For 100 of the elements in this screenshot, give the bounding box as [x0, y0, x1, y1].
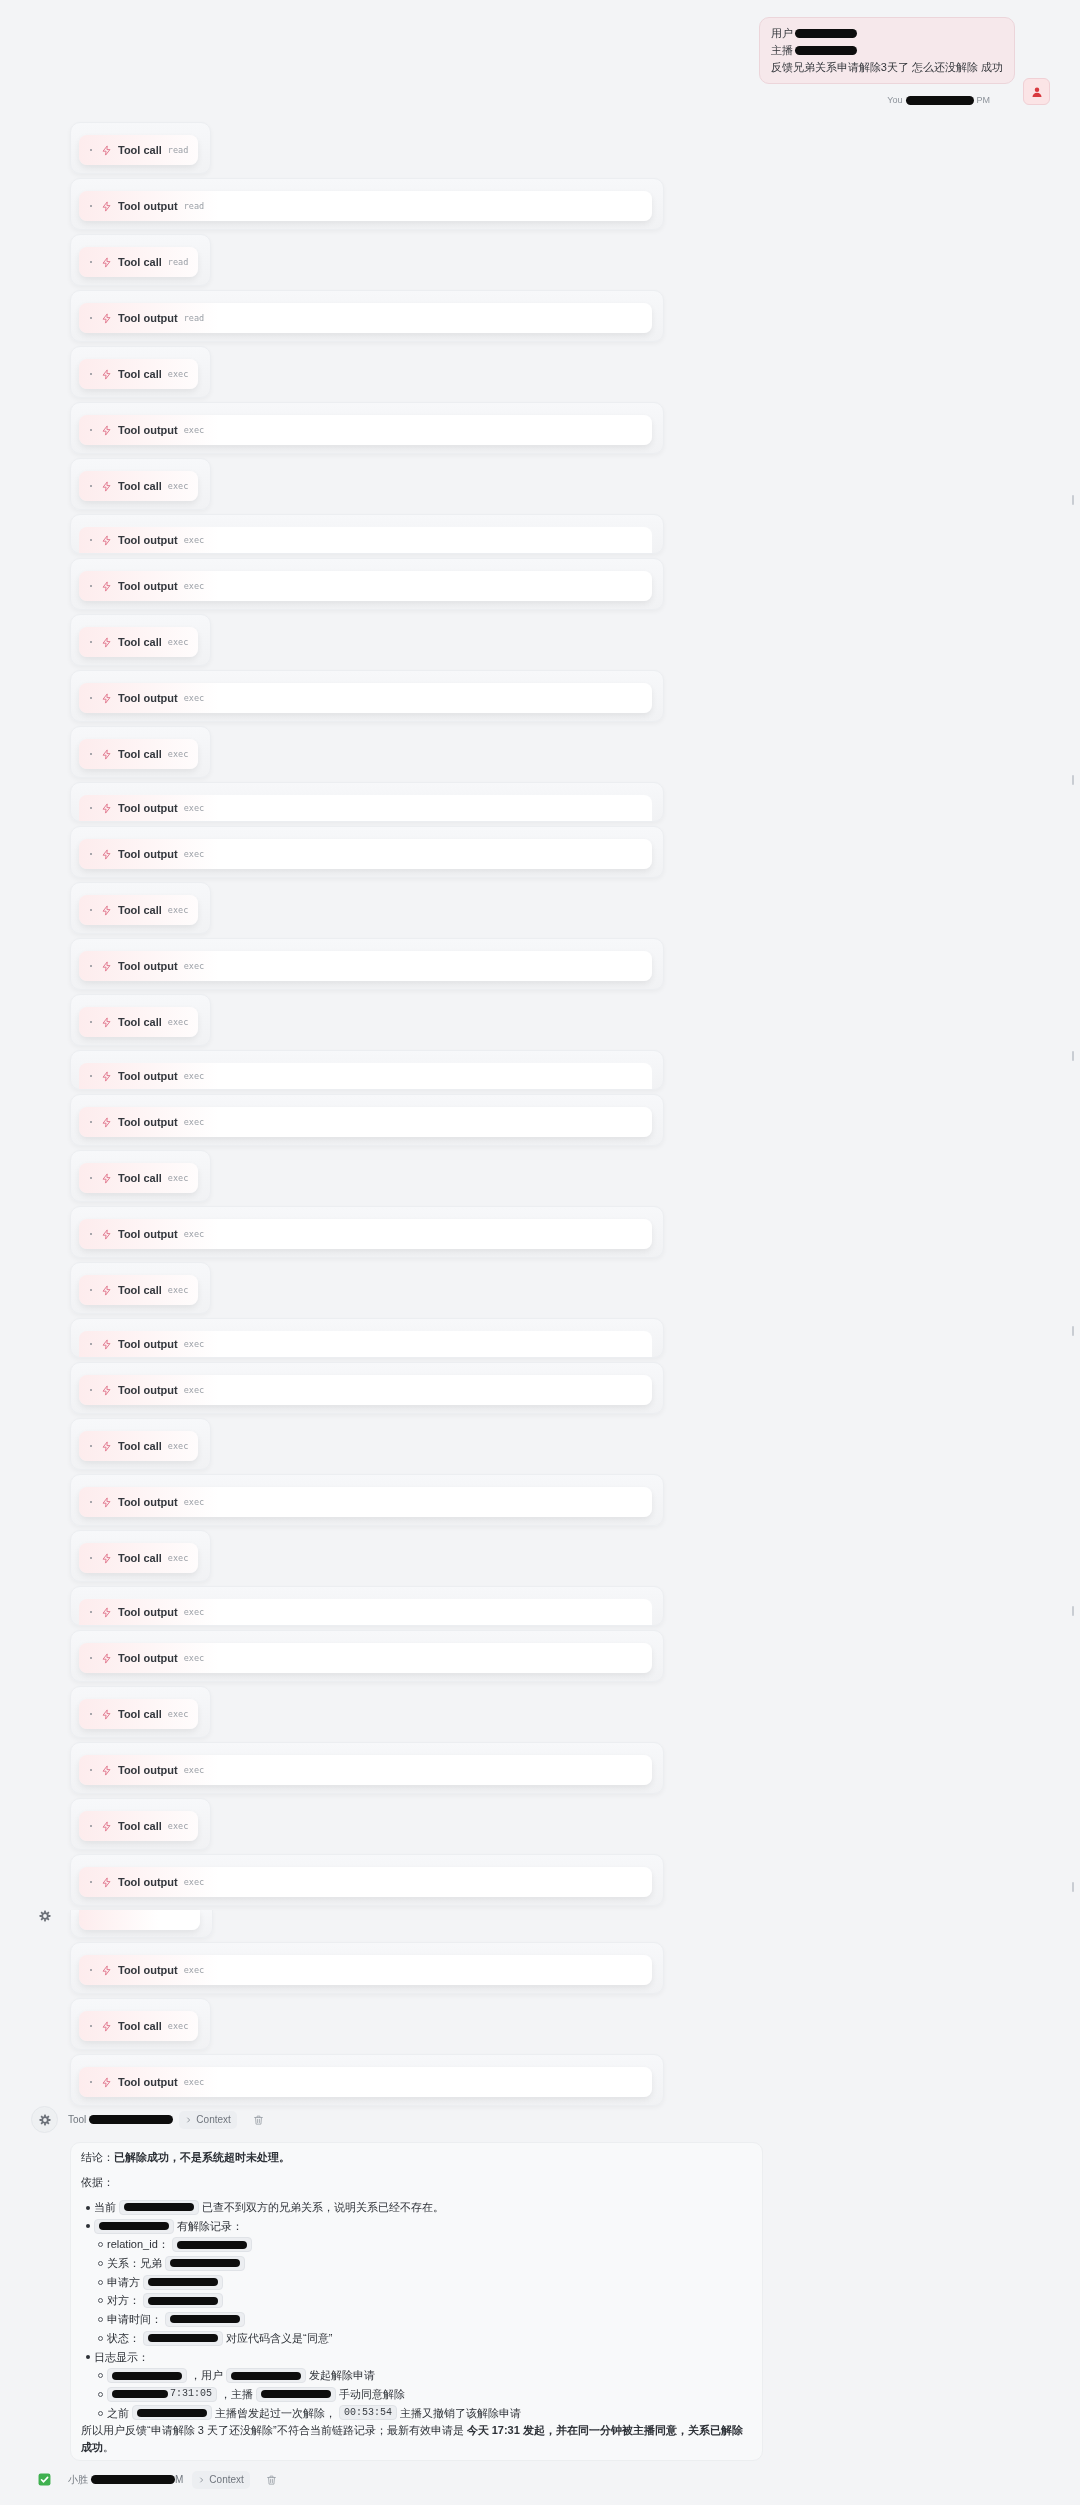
tool-call-button[interactable]: Tool call exec	[79, 1163, 199, 1193]
redaction-mark	[124, 2203, 194, 2212]
answer-text: relation_id：	[107, 2237, 169, 2253]
code-text: 7:31:05	[170, 2386, 212, 2401]
redaction-mark	[148, 2334, 218, 2343]
tool-call-button[interactable]: Tool call exec	[79, 1543, 199, 1573]
tool-output-button[interactable]: Tool output exec	[79, 1487, 652, 1517]
tool-output-button[interactable]: Tool output exec	[79, 1107, 652, 1137]
tool-output-button[interactable]: Tool output exec	[79, 1375, 652, 1405]
trash-icon[interactable]	[252, 2113, 264, 2126]
trash-icon[interactable]	[265, 2473, 277, 2486]
tool-call-button[interactable]: Tool call exec	[79, 895, 199, 925]
tool-call-button[interactable]: Tool call exec	[79, 627, 199, 657]
sender-name: 小胜	[68, 2472, 88, 2487]
person-icon	[1023, 78, 1050, 105]
context-button[interactable]: Context	[192, 2470, 250, 2489]
lightning-icon	[101, 424, 112, 436]
tool-output-button[interactable]: Tool output exec	[79, 571, 652, 601]
redaction-mark	[148, 2296, 218, 2305]
tool-output-button[interactable]: Tool output exec	[79, 1867, 652, 1897]
bullet-icon	[86, 2224, 90, 2229]
redaction-mark	[148, 2278, 218, 2287]
tool-output-button[interactable]: Tool output exec	[79, 1955, 652, 1985]
lightning-icon	[101, 1764, 112, 1776]
lightning-icon	[101, 480, 112, 492]
lightning-icon	[101, 1116, 112, 1128]
bullet-icon	[86, 2355, 90, 2359]
lightning-icon	[101, 1284, 112, 1296]
tool-output-button[interactable]: Tool output exec	[79, 1063, 652, 1089]
answer-text: 主播又撤销了该解除申请	[400, 2405, 521, 2421]
message-text: 反馈兄弟关系申请解除3天了 怎么还没解除 成功	[770, 60, 1003, 75]
tool-output-button[interactable]: Tool output exec	[79, 415, 652, 445]
scroll-marker	[1072, 775, 1074, 785]
sender-name: M	[175, 2474, 184, 2486]
tool-output-button[interactable]: Tool output exec	[79, 839, 652, 869]
answer-text: 发起解除申请	[309, 2368, 375, 2384]
redaction-mark	[137, 2408, 207, 2417]
gear-icon	[39, 1910, 51, 1922]
lightning-icon	[101, 1070, 112, 1082]
gear-icon	[31, 2106, 58, 2133]
tool-call-button[interactable]: Tool call exec	[79, 2011, 199, 2041]
lightning-icon	[101, 534, 112, 546]
bullet-icon	[86, 2205, 90, 2210]
lightning-icon	[101, 748, 112, 760]
lightning-icon	[101, 1964, 112, 1976]
answer-text: 当前	[94, 2200, 116, 2215]
lightning-icon	[101, 1338, 112, 1350]
tool-call-button[interactable]: Tool call exec	[79, 1007, 199, 1037]
lightning-icon	[101, 802, 112, 814]
lightning-icon	[101, 1384, 112, 1396]
answer-text: 对方：	[107, 2293, 140, 2309]
lightning-icon	[101, 1172, 112, 1184]
answer-text: 日志显示：	[94, 2349, 149, 2365]
tool-output-button[interactable]: Tool output exec	[79, 795, 652, 821]
lightning-icon	[101, 1820, 112, 1832]
lightning-icon	[101, 368, 112, 380]
inline-code: 00:53:54	[339, 2405, 397, 2421]
tool-call-bar[interactable]	[79, 1910, 200, 1930]
tool-call-button[interactable]: Tool call exec	[79, 1431, 199, 1461]
scroll-marker	[1072, 495, 1074, 505]
scroll-marker	[1072, 1882, 1074, 1892]
tool-output-button[interactable]: Tool output exec	[79, 1643, 652, 1673]
redaction-mark	[170, 2259, 240, 2268]
answer-text: 申请方	[107, 2274, 140, 2290]
answer-text: 有解除记录：	[177, 2218, 243, 2234]
summary-text: 所以用户反馈“申请解除 3 天了还没解除”不符合当前链路记录；最新有效申请是 今天 17:31 发起，并在同一分钟被主播同意，关系已解除成功。	[81, 2423, 744, 2455]
context-button[interactable]: Context	[179, 2110, 237, 2129]
tool-output-button[interactable]: Tool output exec	[79, 527, 652, 553]
sender-name: Tool	[68, 2114, 87, 2125]
tool-output-button[interactable]: Tool output read	[79, 303, 652, 333]
tool-call-button[interactable]: Tool call read	[79, 135, 199, 165]
answer-text: ，主播	[220, 2386, 253, 2402]
tool-output-button[interactable]: Tool output exec	[79, 951, 652, 981]
tool-output-button[interactable]: Tool output exec	[79, 2067, 652, 2097]
tool-call-button[interactable]: Tool call exec	[79, 1699, 199, 1729]
answer-text: 手动同意解除	[339, 2386, 405, 2402]
tool-output-button[interactable]: Tool output exec	[79, 683, 652, 713]
message-meta-text: You	[887, 94, 903, 107]
tool-output-button[interactable]: Tool output exec	[79, 1755, 652, 1785]
tool-call-button[interactable]: Tool call exec	[79, 359, 199, 389]
lightning-icon	[101, 1708, 112, 1720]
check-icon	[38, 2473, 51, 2487]
tool-call-button[interactable]: Tool call exec	[79, 1275, 199, 1305]
redaction-mark	[794, 46, 857, 55]
answer-text: 状态：	[107, 2330, 140, 2346]
tool-output-button[interactable]: Tool output exec	[79, 1599, 652, 1625]
lightning-icon	[101, 580, 112, 592]
answer-text: 已查不到双方的兄弟关系，说明关系已经不存在。	[202, 2200, 444, 2215]
tool-output-button[interactable]: Tool output read	[79, 191, 652, 221]
tool-output-button[interactable]: Tool output exec	[79, 1331, 652, 1357]
tool-call-button[interactable]: Tool call read	[79, 247, 199, 277]
answer-text: 对应代码含义是“同意”	[226, 2330, 333, 2346]
tool-call-button[interactable]: Tool call exec	[79, 1811, 199, 1841]
tool-call-button[interactable]: Tool call exec	[79, 471, 199, 501]
scroll-marker	[1072, 1051, 1074, 1061]
tool-call-button[interactable]: Tool call exec	[79, 739, 199, 769]
lightning-icon	[101, 1228, 112, 1240]
message-text: 主播	[770, 43, 793, 58]
tool-output-button[interactable]: Tool output exec	[79, 1219, 652, 1249]
lightning-icon	[101, 848, 112, 860]
